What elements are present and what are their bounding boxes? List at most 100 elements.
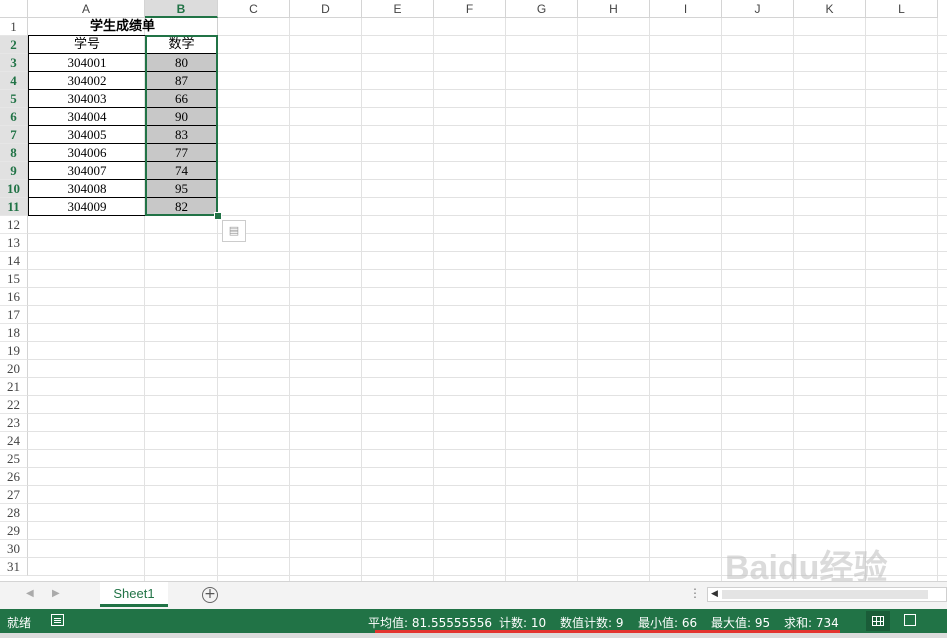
row-header-30[interactable]: 30 <box>0 540 28 558</box>
row-header-23[interactable]: 23 <box>0 414 28 432</box>
column-header-b[interactable]: B <box>145 0 218 18</box>
status-min[interactable]: 最小值: 66 <box>638 614 697 631</box>
plus-circle-icon[interactable]: + <box>202 587 218 603</box>
status-numeric-count[interactable]: 数值计数: 9 <box>560 614 624 631</box>
gridline-horizontal <box>28 557 947 558</box>
row-header-14[interactable]: 14 <box>0 252 28 270</box>
column-header-h[interactable]: H <box>578 0 650 18</box>
row-header-27[interactable]: 27 <box>0 486 28 504</box>
row-header-1[interactable]: 1 <box>0 18 28 36</box>
table-title-cell[interactable]: 学生成绩单 <box>28 18 218 36</box>
column-header-j[interactable]: J <box>722 0 794 18</box>
column-header-l[interactable]: L <box>866 0 938 18</box>
math-score-cell[interactable]: 95 <box>145 179 218 198</box>
header-cell-student-id[interactable]: 学号 <box>28 35 146 54</box>
tab-splitter-icon[interactable]: ⋮ <box>689 586 701 600</box>
row-header-12[interactable]: 12 <box>0 216 28 234</box>
status-sum[interactable]: 求和: 734 <box>784 614 839 631</box>
select-all-corner[interactable] <box>0 0 28 18</box>
gridline-vertical <box>865 18 866 581</box>
row-header-6[interactable]: 6 <box>0 108 28 126</box>
column-header-d[interactable]: D <box>290 0 362 18</box>
gridline-horizontal <box>28 521 947 522</box>
gridline-vertical <box>433 18 434 581</box>
header-cell-math[interactable]: 数学 <box>145 35 218 54</box>
normal-view-icon[interactable] <box>866 611 890 631</box>
row-header-17[interactable]: 17 <box>0 306 28 324</box>
column-header-f[interactable]: F <box>434 0 506 18</box>
gridline-horizontal <box>28 467 947 468</box>
column-header-k[interactable]: K <box>794 0 866 18</box>
status-ready: 就绪 <box>7 616 32 630</box>
student-id-cell[interactable]: 304007 <box>28 161 146 180</box>
status-average[interactable]: 平均值: 81.55555556 <box>368 614 492 631</box>
status-count[interactable]: 计数: 10 <box>499 614 546 631</box>
math-score-cell[interactable]: 74 <box>145 161 218 180</box>
column-header-c[interactable]: C <box>218 0 290 18</box>
row-header-16[interactable]: 16 <box>0 288 28 306</box>
student-id-cell[interactable]: 304004 <box>28 107 146 126</box>
math-score-cell[interactable]: 87 <box>145 71 218 90</box>
row-header-31[interactable]: 31 <box>0 558 28 576</box>
math-score-cell[interactable]: 66 <box>145 89 218 108</box>
gridline-vertical <box>721 18 722 581</box>
student-id-cell[interactable]: 304002 <box>28 71 146 90</box>
student-id-cell[interactable]: 304003 <box>28 89 146 108</box>
horizontal-scrollbar[interactable]: ◀ <box>707 587 947 602</box>
scroll-tabs-right-icon[interactable]: ▶ <box>52 588 60 599</box>
row-header-9[interactable]: 9 <box>0 162 28 180</box>
row-header-26[interactable]: 26 <box>0 468 28 486</box>
row-header-3[interactable]: 3 <box>0 54 28 72</box>
math-score-cell[interactable]: 80 <box>145 53 218 72</box>
row-header-28[interactable]: 28 <box>0 504 28 522</box>
row-header-15[interactable]: 15 <box>0 270 28 288</box>
taskbar-edge <box>0 633 947 638</box>
row-header-5[interactable]: 5 <box>0 90 28 108</box>
row-header-29[interactable]: 29 <box>0 522 28 540</box>
gridline-horizontal <box>28 251 947 252</box>
column-header-e[interactable]: E <box>362 0 434 18</box>
gridline-vertical <box>361 18 362 581</box>
student-id-cell[interactable]: 304001 <box>28 53 146 72</box>
math-score-cell[interactable]: 90 <box>145 107 218 126</box>
row-header-10[interactable]: 10 <box>0 180 28 198</box>
gridline-vertical <box>793 18 794 581</box>
row-header-4[interactable]: 4 <box>0 72 28 90</box>
gridline-horizontal <box>28 503 947 504</box>
row-header-21[interactable]: 21 <box>0 378 28 396</box>
column-header-g[interactable]: G <box>506 0 578 18</box>
gridline-horizontal <box>28 485 947 486</box>
row-header-24[interactable]: 24 <box>0 432 28 450</box>
student-id-cell[interactable]: 304009 <box>28 197 146 216</box>
column-header-a[interactable]: A <box>28 0 145 18</box>
scroll-left-arrow-icon[interactable]: ◀ <box>711 589 718 599</box>
macro-record-icon[interactable] <box>51 614 64 626</box>
row-header-2[interactable]: 2 <box>0 36 28 54</box>
row-header-22[interactable]: 22 <box>0 396 28 414</box>
scrollbar-thumb[interactable] <box>722 590 928 599</box>
page-layout-view-icon[interactable] <box>904 614 916 626</box>
status-max[interactable]: 最大值: 95 <box>711 614 770 631</box>
fill-handle[interactable] <box>214 212 222 220</box>
math-score-cell[interactable]: 83 <box>145 125 218 144</box>
gridline-horizontal <box>28 413 947 414</box>
scroll-tabs-left-icon[interactable]: ◀ <box>26 588 34 599</box>
row-header-18[interactable]: 18 <box>0 324 28 342</box>
sheet-tab-sheet1[interactable]: Sheet1 <box>100 582 168 607</box>
row-header-7[interactable]: 7 <box>0 126 28 144</box>
quick-analysis-icon[interactable]: ▤ <box>222 220 246 242</box>
gridline-horizontal <box>28 395 947 396</box>
row-header-19[interactable]: 19 <box>0 342 28 360</box>
math-score-cell[interactable]: 77 <box>145 143 218 162</box>
column-header-i[interactable]: I <box>650 0 722 18</box>
student-id-cell[interactable]: 304008 <box>28 179 146 198</box>
row-header-20[interactable]: 20 <box>0 360 28 378</box>
row-header-25[interactable]: 25 <box>0 450 28 468</box>
spreadsheet-grid[interactable]: ABCDEFGHIJKL 1 2 3 4 5 6 7 8 9 10 11 12 13 14 15 16 17 18… <box>0 0 947 581</box>
math-score-cell[interactable]: 82 <box>145 197 218 216</box>
row-header-11[interactable]: 11 <box>0 198 28 216</box>
student-id-cell[interactable]: 304005 <box>28 125 146 144</box>
student-id-cell[interactable]: 304006 <box>28 143 146 162</box>
row-header-8[interactable]: 8 <box>0 144 28 162</box>
row-header-13[interactable]: 13 <box>0 234 28 252</box>
